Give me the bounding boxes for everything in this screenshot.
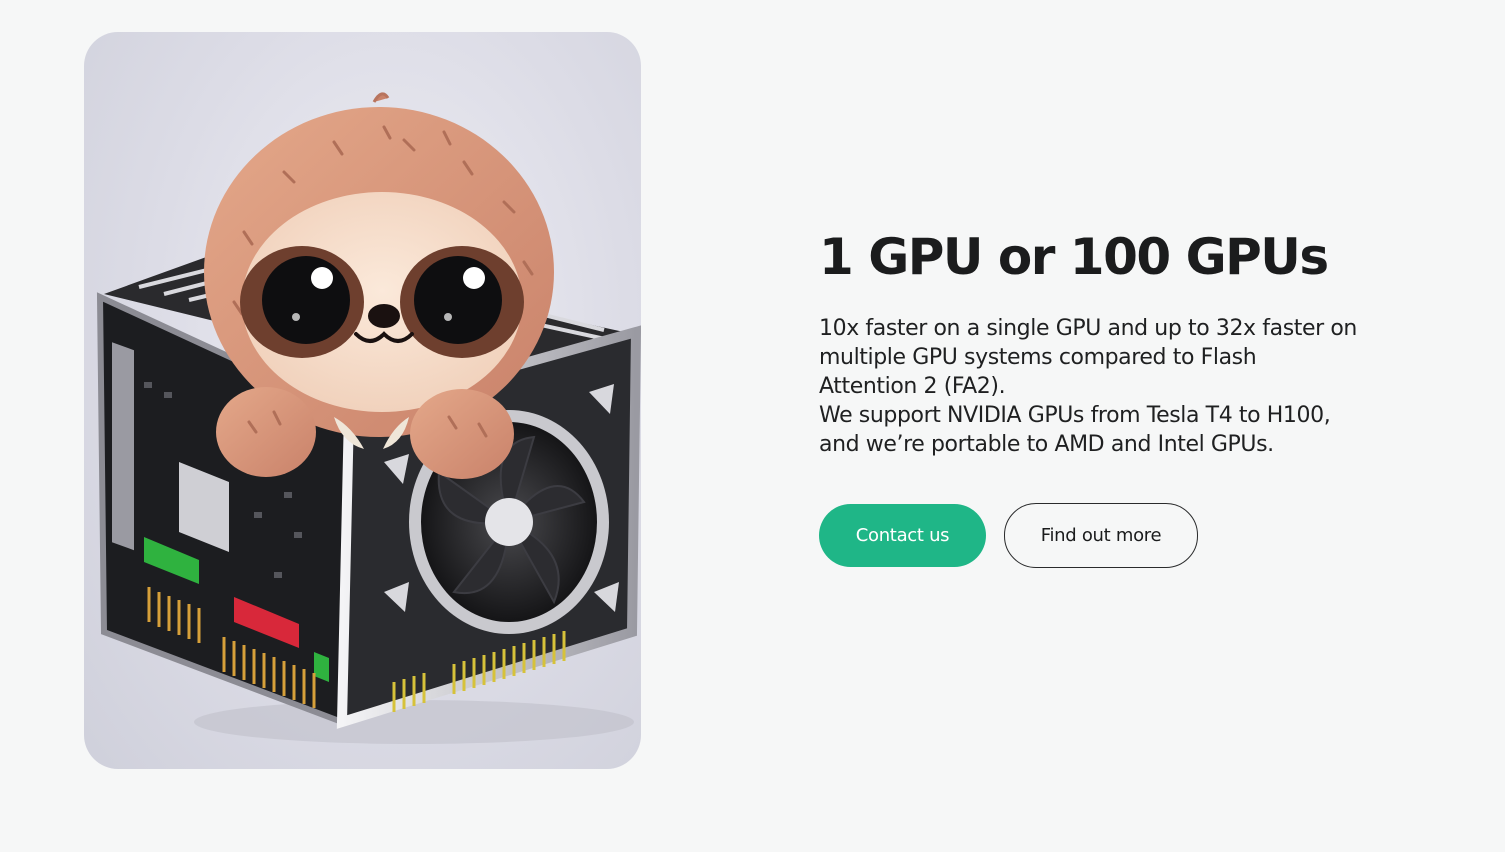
hero-actions: Contact us Find out more [819, 503, 1198, 568]
hero-description-line: and we’re portable to AMD and Intel GPUs… [819, 432, 1274, 457]
hero-description-line: We support NVIDIA GPUs from Tesla T4 to … [819, 403, 1331, 428]
hero-description-line: Attention 2 (FA2). [819, 374, 1006, 399]
hero-description-line: 10x faster on a single GPU and up to 32x… [819, 316, 1357, 341]
sloth-gpu-illustration [84, 32, 641, 769]
contact-us-button[interactable]: Contact us [819, 504, 986, 567]
hero-description-line: multiple GPU systems compared to Flash [819, 345, 1257, 370]
hero-title: 1 GPU or 100 GPUs [819, 228, 1329, 286]
hero-content: 1 GPU or 100 GPUs 10x faster on a single… [819, 228, 1439, 459]
page: 1 GPU or 100 GPUs 10x faster on a single… [0, 0, 1505, 852]
find-out-more-button[interactable]: Find out more [1004, 503, 1198, 568]
hero-description: 10x faster on a single GPU and up to 32x… [819, 314, 1439, 459]
